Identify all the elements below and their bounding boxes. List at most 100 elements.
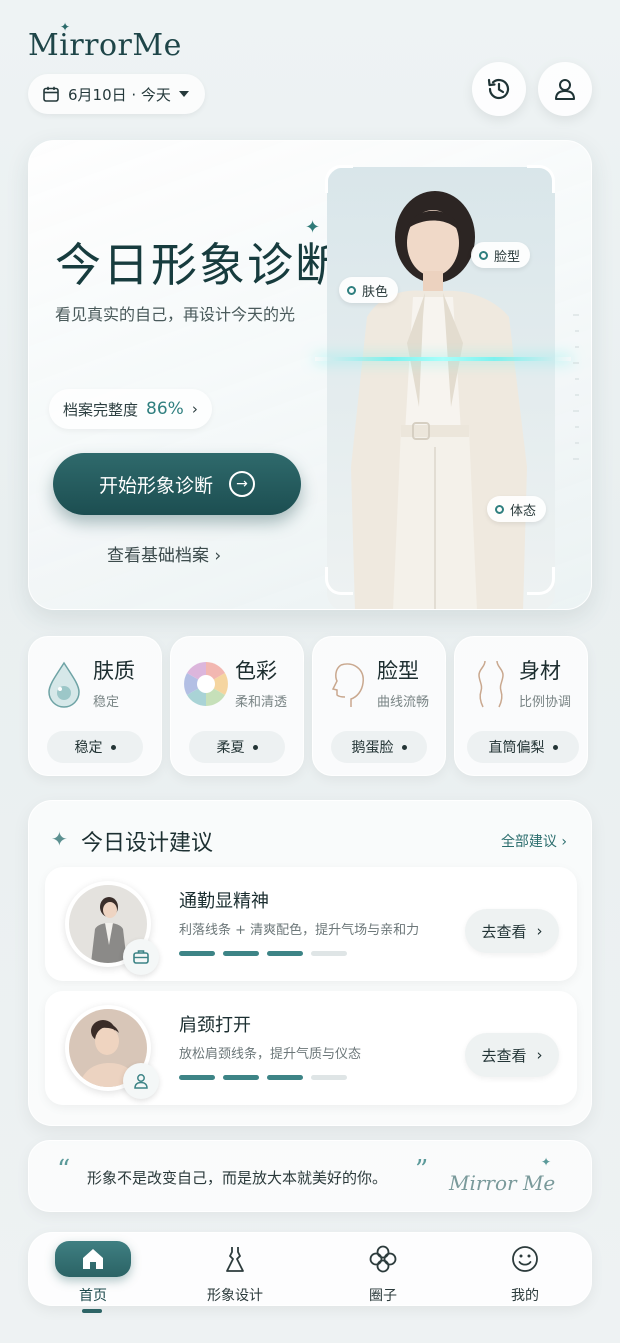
- profile-percent: 86%: [146, 399, 184, 419]
- metric-sub: 比例协调: [519, 695, 572, 710]
- metric-sub: 柔和清透: [235, 695, 288, 710]
- tag-label: 体态: [510, 503, 537, 519]
- progress-segment: [179, 1075, 215, 1080]
- sparkle-icon: ✦: [541, 1155, 552, 1169]
- basic-link-label: 查看基础档案: [107, 546, 209, 566]
- history-icon: [487, 78, 510, 100]
- home-icon: [55, 1241, 131, 1277]
- view-suggestion-button[interactable]: 去查看 ›: [465, 1033, 559, 1077]
- metric-title: 肤质: [93, 659, 135, 683]
- suggestion-item[interactable]: 肩颈打开 放松肩颈线条，提升气质与仪态 去查看 ›: [45, 991, 577, 1105]
- chevron-right-icon: ›: [536, 1046, 543, 1064]
- metric-card-color[interactable]: 色彩 柔和清透 柔夏: [170, 636, 304, 776]
- chevron-right-icon: ›: [536, 922, 543, 940]
- chevron-right-icon: ›: [214, 546, 222, 566]
- calendar-icon: [43, 86, 59, 102]
- tag-face-shape[interactable]: 脸型: [471, 242, 531, 268]
- view-basic-profile-link[interactable]: 查看基础档案 ›: [107, 541, 221, 566]
- person-icon: [134, 1074, 148, 1089]
- measure-ruler: [573, 314, 579, 460]
- brand-logo: MirrorMe ✦: [28, 20, 182, 63]
- portrait-photo: [327, 167, 555, 609]
- nav-label: 首页: [79, 1288, 107, 1304]
- metric-card-skin[interactable]: 肤质 稳定 稳定: [28, 636, 162, 776]
- progress-segment: [223, 951, 259, 956]
- face-outline-icon: [331, 663, 364, 707]
- progress-segment: [267, 1075, 303, 1080]
- body-outline-icon: [478, 660, 504, 708]
- active-tab-indicator: [82, 1309, 102, 1313]
- metric-value-label: 鹅蛋脸: [351, 740, 394, 756]
- frame-corner: [325, 165, 353, 193]
- suggestion-item[interactable]: 通勤显精神 利落线条 + 清爽配色，提升气场与亲和力 去查看 ›: [45, 867, 577, 981]
- all-suggestions-label: 全部建议: [500, 834, 557, 850]
- bottom-nav: 首页 形象设计 圈子 我的: [28, 1232, 592, 1306]
- tag-posture[interactable]: 体态: [487, 496, 547, 522]
- suggestion-title: 通勤显精神: [179, 891, 269, 912]
- nav-circle[interactable]: 圈子: [333, 1233, 433, 1307]
- metric-card-body[interactable]: 身材 比例协调 直筒偏梨: [454, 636, 588, 776]
- go-button-label: 去查看: [481, 922, 527, 941]
- date-selector[interactable]: 6月10日 · 今天: [28, 74, 205, 114]
- nav-label: 圈子: [369, 1288, 397, 1304]
- dot-icon: [495, 504, 504, 514]
- nav-me[interactable]: 我的: [475, 1233, 575, 1307]
- avatar: [65, 881, 159, 975]
- briefcase-badge: [123, 939, 159, 975]
- scan-line: [315, 357, 571, 361]
- metric-value: 鹅蛋脸: [331, 731, 427, 763]
- metric-value: 直筒偏梨: [467, 731, 579, 763]
- view-suggestion-button[interactable]: 去查看 ›: [465, 909, 559, 953]
- metric-value-label: 稳定: [74, 740, 103, 756]
- tag-skin-tone[interactable]: 肤色: [339, 277, 399, 303]
- history-button[interactable]: [472, 62, 526, 116]
- sparkle-icon: ✦: [305, 217, 321, 238]
- start-diagnosis-button[interactable]: 开始形象诊断 →: [53, 453, 301, 515]
- water-drop-icon: [48, 661, 80, 708]
- profile-button[interactable]: [538, 62, 592, 116]
- metric-card-face[interactable]: 脸型 曲线流畅 鹅蛋脸: [312, 636, 446, 776]
- nav-label: 形象设计: [207, 1288, 263, 1304]
- suggestion-title: 肩颈打开: [179, 1015, 251, 1036]
- chevron-right-icon: ›: [191, 400, 198, 418]
- profile-icon: [555, 79, 575, 100]
- quote-text: 形象不是改变自己，而是放大本就美好的你。: [87, 1169, 388, 1187]
- dot-icon: [552, 744, 558, 750]
- hero-card: 今日形象诊断 ✦ 看见真实的自己，再设计今天的光 档案完整度 86% › 开始形…: [28, 140, 592, 610]
- all-suggestions-link[interactable]: 全部建议 ›: [501, 831, 567, 851]
- progress-segment: [311, 1075, 347, 1080]
- tag-label: 肤色: [362, 284, 389, 300]
- dot-icon: [110, 744, 116, 750]
- dot-icon: [252, 744, 258, 750]
- suggestion-progress: [179, 1075, 347, 1080]
- nav-label: 我的: [511, 1288, 539, 1304]
- quote-card: “ 形象不是改变自己，而是放大本就美好的你。 ” Mirror Me ✦: [28, 1140, 592, 1212]
- person-badge: [123, 1063, 159, 1099]
- arrow-right-icon: →: [229, 471, 255, 497]
- metric-value-label: 直筒偏梨: [488, 740, 545, 756]
- briefcase-icon: [133, 950, 149, 964]
- metric-title: 脸型: [377, 659, 419, 683]
- caret-down-icon: [178, 91, 189, 97]
- clover-icon: [345, 1241, 421, 1277]
- suggestion-desc: 放松肩颈线条，提升气质与仪态: [179, 1047, 362, 1062]
- suggestion-desc: 利落线条 + 清爽配色，提升气场与亲和力: [179, 923, 420, 938]
- nav-image-design[interactable]: 形象设计: [185, 1233, 285, 1307]
- nav-home[interactable]: 首页: [43, 1233, 143, 1307]
- open-quote-icon: “: [57, 1155, 71, 1185]
- metric-title: 色彩: [235, 659, 277, 683]
- chevron-right-icon: ›: [561, 834, 567, 850]
- color-wheel-icon: [184, 662, 228, 706]
- profile-completeness[interactable]: 档案完整度 86% ›: [49, 389, 212, 429]
- metric-value-label: 柔夏: [216, 740, 245, 756]
- brand-name: MirrorMe: [28, 28, 182, 63]
- avatar: [65, 1005, 159, 1099]
- metric-sub: 曲线流畅: [377, 695, 430, 710]
- suggestions-title: 今日设计建议: [81, 831, 214, 856]
- design-suggestions-card: ✦ 今日设计建议 全部建议 › 通勤显精神 利落线条 + 清爽配色，提升气场与亲…: [28, 800, 592, 1126]
- sparkle-icon: ✦: [60, 20, 71, 34]
- profile-label: 档案完整度: [63, 400, 139, 419]
- progress-segment: [267, 951, 303, 956]
- dot-icon: [347, 285, 356, 295]
- metric-value: 柔夏: [189, 731, 285, 763]
